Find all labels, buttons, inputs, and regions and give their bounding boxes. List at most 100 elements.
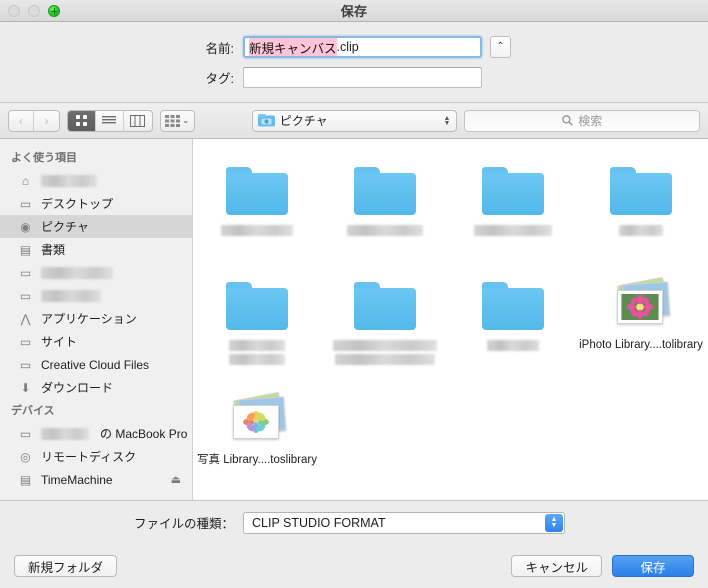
folder-icon: ▭ (17, 334, 34, 349)
pictures-folder-icon (258, 114, 275, 127)
search-placeholder-text: 検索 (578, 112, 602, 129)
sidebar-item-label: サイト (41, 333, 77, 350)
folder-icon (610, 167, 672, 215)
tag-label: タグ: (0, 68, 243, 87)
arrange-icon (165, 115, 180, 127)
file-item[interactable] (193, 155, 321, 270)
sidebar-item-デスクトップ[interactable]: ▭デスクトップ (0, 192, 192, 215)
icon-view-button[interactable] (68, 111, 96, 131)
sidebar-item-ダウンロード[interactable]: ⬇ダウンロード (0, 376, 192, 399)
filetype-value: CLIP STUDIO FORMAT (252, 516, 386, 530)
grid-icon (75, 114, 88, 127)
zoom-button[interactable] (48, 5, 60, 17)
folder-icon (354, 167, 416, 215)
minimize-button (28, 5, 40, 17)
file-item[interactable]: iPhoto Library....tolibrary (577, 270, 705, 385)
columns-icon (130, 115, 145, 127)
sidebar: よく使う項目⌂▭デスクトップ◉ピクチャ▤書類▭▭⋀アプリケーション▭サイト▭Cr… (0, 139, 193, 500)
folder-icon: ▭ (17, 288, 34, 303)
forward-button[interactable]: › (34, 111, 59, 131)
sidebar-item-timemachine[interactable]: ▤TimeMachine⏏ (0, 468, 192, 491)
arrange-button[interactable]: ⌄ (160, 110, 195, 132)
folder-icon: ▭ (17, 357, 34, 372)
redacted-text (335, 354, 435, 365)
file-item-icon (354, 274, 416, 330)
filename-input[interactable]: 新規キャンバス.clip (243, 36, 482, 58)
list-icon (102, 115, 116, 126)
search-field[interactable]: 検索 (464, 110, 700, 132)
sidebar-item-label: アプリケーション (41, 310, 137, 327)
sidebar-item-サイト[interactable]: ▭ サイト (0, 330, 192, 353)
sidebar-item-ピクチャ[interactable]: ◉ピクチャ (0, 215, 192, 238)
filetype-section: ファイルの種類： CLIP STUDIO FORMAT ▲▼ (0, 500, 708, 544)
back-button[interactable]: ‹ (9, 111, 34, 131)
file-grid: iPhoto Library....tolibrary 写真 Library...… (193, 139, 708, 500)
list-view-button[interactable] (96, 111, 124, 131)
folder-icon (354, 282, 416, 330)
chevron-up-icon[interactable]: ⌃ (490, 36, 511, 58)
file-item-label (579, 224, 703, 238)
action-bar: 新規フォルダ キャンセル 保存 (0, 544, 708, 588)
column-view-button[interactable] (124, 111, 152, 131)
file-item[interactable] (449, 155, 577, 270)
remote-disc-icon: ◎ (17, 449, 34, 464)
sidebar-item-アプリケーション[interactable]: ⋀ アプリケーション (0, 307, 192, 330)
file-item-icon (226, 159, 288, 215)
save-dialog: 保存 名前: 新規キャンバス.clip ⌃ タグ: ‹ › (0, 0, 708, 588)
tag-input[interactable] (243, 67, 482, 88)
redacted-text (41, 290, 101, 302)
sidebar-item-redacted[interactable]: ▭ (0, 284, 192, 307)
name-tag-section: 名前: 新規キャンバス.clip ⌃ タグ: (0, 22, 708, 103)
path-popup-label: ピクチャ (280, 112, 328, 129)
file-item-label: iPhoto Library....tolibrary (579, 339, 703, 352)
file-item[interactable] (449, 270, 577, 385)
name-row: 名前: 新規キャンバス.clip ⌃ (0, 36, 708, 58)
file-item-label (323, 224, 447, 238)
folder-icon (226, 282, 288, 330)
sidebar-item-creative-cloud-files[interactable]: ▭Creative Cloud Files (0, 353, 192, 376)
redacted-text (41, 428, 89, 440)
file-item[interactable] (321, 155, 449, 270)
filetype-stepper-icon[interactable]: ▲▼ (545, 514, 563, 532)
eject-icon[interactable]: ⏏ (171, 473, 181, 486)
hard-disk-icon: ▤ (17, 472, 34, 487)
new-folder-button[interactable]: 新規フォルダ (14, 555, 117, 577)
cancel-button[interactable]: キャンセル (511, 555, 602, 577)
file-item-label: 写真 Library....toslibrary (195, 454, 319, 467)
sidebar-item-label: ダウンロード (41, 379, 113, 396)
sidebar-item-リモートディスク[interactable]: ◎リモートディスク (0, 445, 192, 468)
finder-toolbar: ‹ › ⌄ (0, 103, 708, 139)
filetype-label: ファイルの種類： (0, 513, 243, 532)
path-popup-button[interactable]: ピクチャ ▲▼ (252, 110, 458, 132)
sidebar-section-header: デバイス (0, 399, 192, 422)
file-item-icon (610, 159, 672, 215)
file-item-icon (482, 159, 544, 215)
file-item[interactable] (577, 155, 705, 270)
sidebar-item-redacted[interactable]: ▭ (0, 261, 192, 284)
view-mode-buttons (67, 110, 153, 132)
desktop-icon: ▭ (17, 196, 34, 211)
folder-icon (482, 167, 544, 215)
title-bar: 保存 (0, 0, 708, 22)
photos-library-icon (227, 395, 287, 445)
file-item-icon (611, 274, 671, 330)
file-item[interactable] (193, 270, 321, 385)
filetype-select[interactable]: CLIP STUDIO FORMAT ▲▼ (243, 512, 565, 534)
dialog-content: よく使う項目⌂▭デスクトップ◉ピクチャ▤書類▭▭⋀アプリケーション▭サイト▭Cr… (0, 139, 708, 500)
laptop-icon: ▭ (17, 426, 34, 441)
search-icon (562, 115, 573, 126)
file-item-label (451, 224, 575, 238)
sidebar-item-の-macbook-pro[interactable]: ▭の MacBook Pro (0, 422, 192, 445)
save-button[interactable]: 保存 (612, 555, 694, 577)
redacted-text (229, 340, 285, 351)
chevron-down-icon: ⌄ (182, 116, 189, 125)
redacted-text (347, 225, 423, 236)
file-item-label (323, 339, 447, 366)
navigation-buttons: ‹ › (8, 110, 60, 132)
sidebar-item-書類[interactable]: ▤書類 (0, 238, 192, 261)
file-item[interactable]: 写真 Library....toslibrary (193, 385, 321, 500)
file-item[interactable] (321, 270, 449, 385)
folder-icon: ▭ (17, 265, 34, 280)
applications-icon: ⋀ (17, 311, 34, 326)
sidebar-item-redacted[interactable]: ⌂ (0, 169, 192, 192)
